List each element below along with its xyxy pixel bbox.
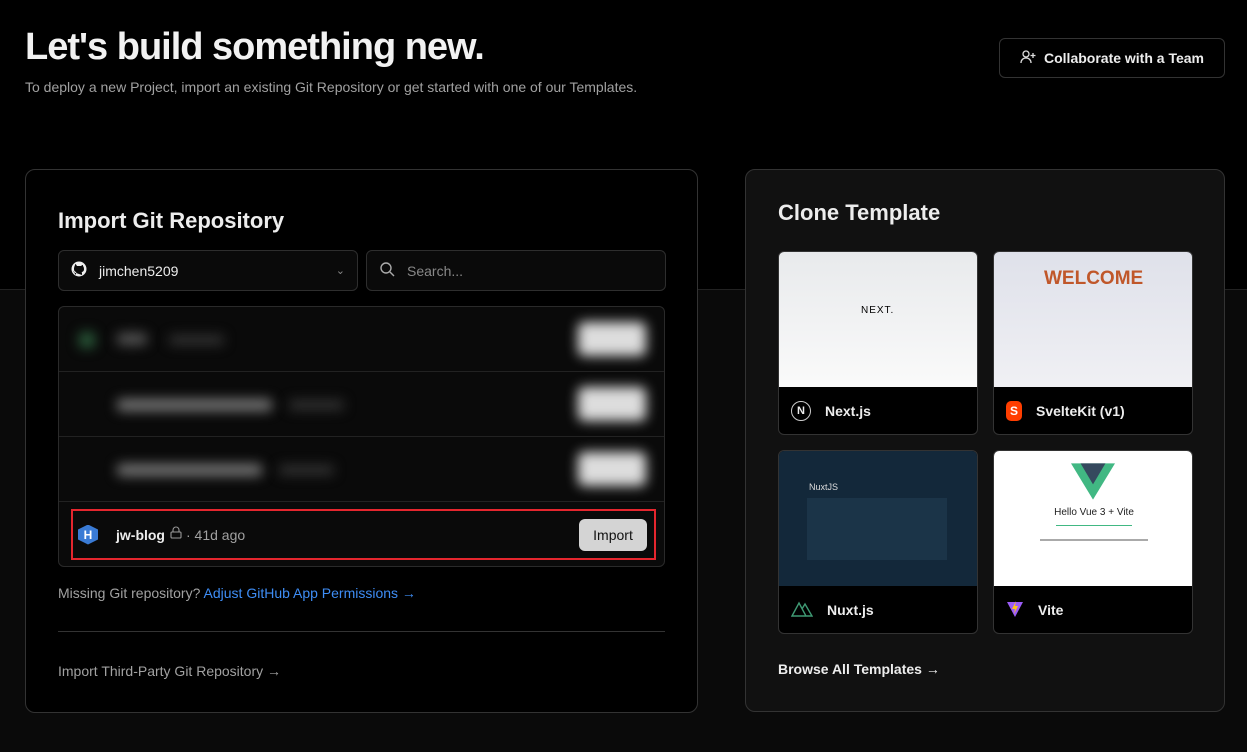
template-vite[interactable]: Hello Vue 3 + Vite Vite [993, 450, 1193, 634]
template-name: Vite [1038, 602, 1064, 618]
page-subtitle: To deploy a new Project, import an exist… [25, 79, 638, 95]
page-title: Let's build something new. [25, 26, 485, 68]
collaborate-team-label: Collaborate with a Team [1044, 50, 1204, 66]
account-select[interactable]: jimchen5209 ⌄ [58, 250, 358, 291]
template-sveltekit[interactable]: WELCOME S SvelteKit (v1) [993, 251, 1193, 435]
thumb-text: NEXT. [861, 305, 895, 316]
template-name: SvelteKit (v1) [1036, 403, 1125, 419]
account-name: jimchen5209 [99, 262, 179, 279]
search-icon [379, 261, 395, 280]
template-nextjs[interactable]: NEXT. N Next.js [778, 251, 978, 435]
import-title: Import Git Repository [58, 208, 285, 233]
repo-row-jw-blog: H jw-blog · 41d ago Import [59, 502, 664, 566]
vite-thumbnail: Hello Vue 3 + Vite [994, 451, 1192, 586]
clone-title: Clone Template [778, 200, 941, 225]
search-placeholder: Search... [407, 262, 464, 279]
import-button[interactable]: Import [579, 518, 647, 551]
template-name: Nuxt.js [827, 602, 874, 618]
lock-icon [170, 526, 182, 544]
template-name: Next.js [825, 403, 871, 419]
thumb-text: WELCOME [1044, 268, 1144, 289]
browse-templates-link[interactable]: Browse All Templates → [778, 661, 940, 677]
vite-icon [1006, 600, 1024, 621]
chevron-down-icon: ⌄ [335, 265, 345, 277]
nextjs-icon: N [791, 401, 811, 421]
repo-age: · 41d ago [186, 526, 246, 543]
missing-repo-label: Missing Git repository? [58, 585, 201, 601]
clone-template-panel: Clone Template NEXT. N Next.js WELCOME SS… [745, 169, 1225, 712]
nextjs-thumbnail: NEXT. [779, 252, 977, 387]
third-party-link[interactable]: Import Third-Party Git Repository → [58, 663, 281, 679]
missing-repo-text: Missing Git repository? Adjust GitHub Ap… [58, 585, 416, 601]
divider [58, 631, 665, 632]
search-input[interactable]: Search... [366, 250, 666, 291]
template-nuxtjs[interactable]: NuxtJS Nuxt.js [778, 450, 978, 634]
sveltekit-thumbnail: WELCOME [994, 252, 1192, 387]
github-icon [71, 261, 87, 280]
collaborate-team-button[interactable]: Collaborate with a Team [999, 38, 1225, 78]
repo-row-blurred [59, 372, 664, 437]
add-user-icon [1020, 49, 1036, 68]
repo-row-blurred [59, 437, 664, 502]
repo-name: jw-blog [116, 526, 165, 543]
nuxt-icon [790, 601, 814, 620]
nuxtjs-thumbnail: NuxtJS [779, 451, 977, 586]
thumb-text: Hello Vue 3 + Vite [1054, 507, 1134, 518]
repo-avatar: H [78, 524, 98, 545]
thumb-text: NuxtJS [809, 482, 839, 492]
highlight-box: H jw-blog · 41d ago Import [71, 509, 656, 560]
repository-list: H jw-blog · 41d ago Import [58, 306, 665, 567]
import-git-panel: Import Git Repository jimchen5209 ⌄ Sear… [25, 169, 698, 713]
svelte-icon: S [1006, 401, 1022, 421]
repo-row-blurred [59, 307, 664, 372]
adjust-permissions-link[interactable]: Adjust GitHub App Permissions → [204, 585, 416, 601]
